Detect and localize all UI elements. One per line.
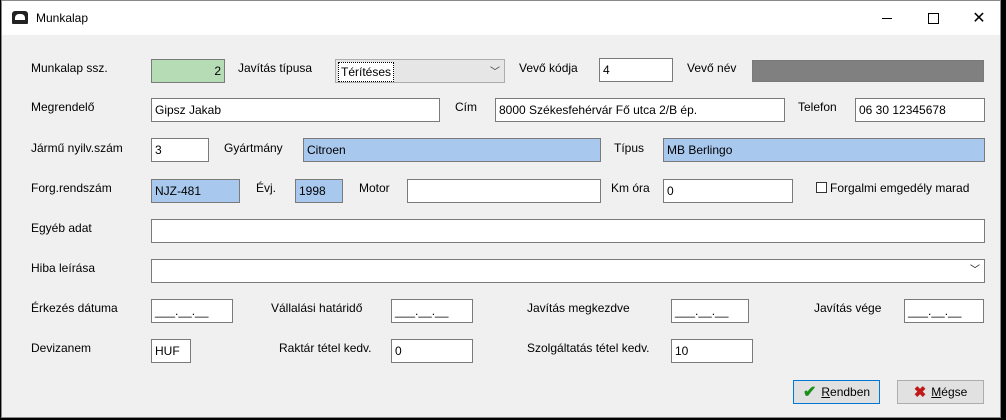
maximize-icon	[927, 12, 939, 24]
app-icon	[12, 11, 28, 24]
currency-field[interactable]: HUF	[151, 339, 191, 363]
chevron-down-icon[interactable]: ﹀	[970, 260, 980, 282]
deadline-date-field[interactable]: ___.__.__	[391, 299, 473, 323]
currency-label: Devizanem	[31, 341, 92, 355]
vehicle-reg-label: Jármű nyilv.szám	[31, 141, 123, 155]
repair-type-label: Javítás típusa	[238, 61, 313, 75]
address-field[interactable]: 8000 Székesfehérvár Fő utca 2/B ép.	[495, 98, 785, 122]
other-label: Egyéb adat	[31, 221, 92, 235]
minimize-icon	[882, 17, 892, 19]
year-label: Évj.	[256, 181, 277, 195]
km-label: Km óra	[611, 181, 650, 195]
close-button[interactable]: ✕	[956, 1, 1002, 35]
fault-field[interactable]: ﹀	[151, 259, 985, 283]
arrival-date-field[interactable]: ___.__.__	[151, 299, 233, 323]
chevron-down-icon: ﹀	[490, 67, 500, 78]
type-field[interactable]: MB Berlingo	[663, 138, 985, 162]
km-field[interactable]: 0	[663, 179, 793, 203]
keep-license-checkbox[interactable]	[816, 182, 827, 193]
customer-name-label: Vevő név	[687, 61, 737, 75]
form-area: Munkalap ssz. 2 Javítás típusa Térítéses…	[2, 35, 1000, 417]
manufacturer-field[interactable]: Citroen	[303, 138, 601, 162]
plate-label: Forg.rendszám	[31, 181, 112, 195]
engine-label: Motor	[359, 181, 390, 195]
vehicle-reg-field[interactable]: 3	[151, 138, 209, 162]
worksheet-no-label: Munkalap ssz.	[31, 61, 108, 75]
arrival-label: Érkezés dátuma	[31, 301, 118, 315]
window-title: Munkalap	[36, 11, 89, 25]
repair-start-label: Javítás megkezdve	[527, 301, 630, 315]
stock-discount-label: Raktár tétel kedv.	[279, 341, 372, 355]
orderer-label: Megrendelő	[31, 100, 95, 114]
orderer-field[interactable]: Gipsz Jakab	[151, 98, 440, 122]
check-icon: ✔	[802, 384, 817, 401]
service-discount-label: Szolgáltatás tétel kedv.	[527, 341, 650, 355]
other-field[interactable]	[151, 219, 985, 243]
type-label: Típus	[614, 141, 645, 155]
munkalap-window: Munkalap ✕ Munkalap ssz. 2 Javítás típus…	[1, 0, 1001, 418]
repair-end-label: Javítás vége	[814, 301, 882, 315]
worksheet-no-field[interactable]: 2	[151, 59, 225, 83]
stock-discount-field[interactable]: 0	[391, 339, 473, 363]
cancel-button-label: Mégse	[931, 385, 968, 399]
year-field[interactable]: 1998	[295, 179, 343, 203]
engine-field[interactable]	[407, 179, 601, 203]
ok-button-label: Rendben	[821, 385, 871, 399]
customer-code-label: Vevő kódja	[519, 61, 578, 75]
repair-type-select[interactable]: Térítéses ﹀	[335, 59, 505, 83]
fault-label: Hiba leírása	[31, 261, 96, 275]
title-bar: Munkalap ✕	[2, 1, 1000, 35]
customer-name-field[interactable]	[752, 60, 984, 82]
manufacturer-label: Gyártmány	[224, 141, 283, 155]
maximize-button[interactable]	[910, 1, 956, 35]
close-icon: ✕	[972, 10, 986, 27]
keep-license-label: Forgalmi emgedély marad	[830, 181, 970, 195]
plate-field[interactable]: NJZ-481	[151, 179, 240, 203]
customer-code-field[interactable]: 4	[599, 58, 673, 82]
minimize-button[interactable]	[864, 1, 910, 35]
repair-start-date-field[interactable]: ___.__.__	[671, 299, 749, 323]
repair-type-value: Térítéses	[338, 62, 395, 82]
x-icon: ✖	[913, 384, 927, 401]
address-label: Cím	[455, 100, 477, 114]
phone-field[interactable]: 06 30 12345678	[855, 98, 985, 122]
cancel-button[interactable]: ✖ Mégse	[897, 380, 984, 404]
repair-end-date-field[interactable]: ___.__.__	[904, 299, 984, 323]
service-discount-field[interactable]: 10	[671, 339, 753, 363]
phone-label: Telefon	[798, 100, 837, 114]
deadline-label: Vállalási határidő	[271, 301, 363, 315]
ok-button[interactable]: ✔ Rendben	[793, 380, 880, 404]
